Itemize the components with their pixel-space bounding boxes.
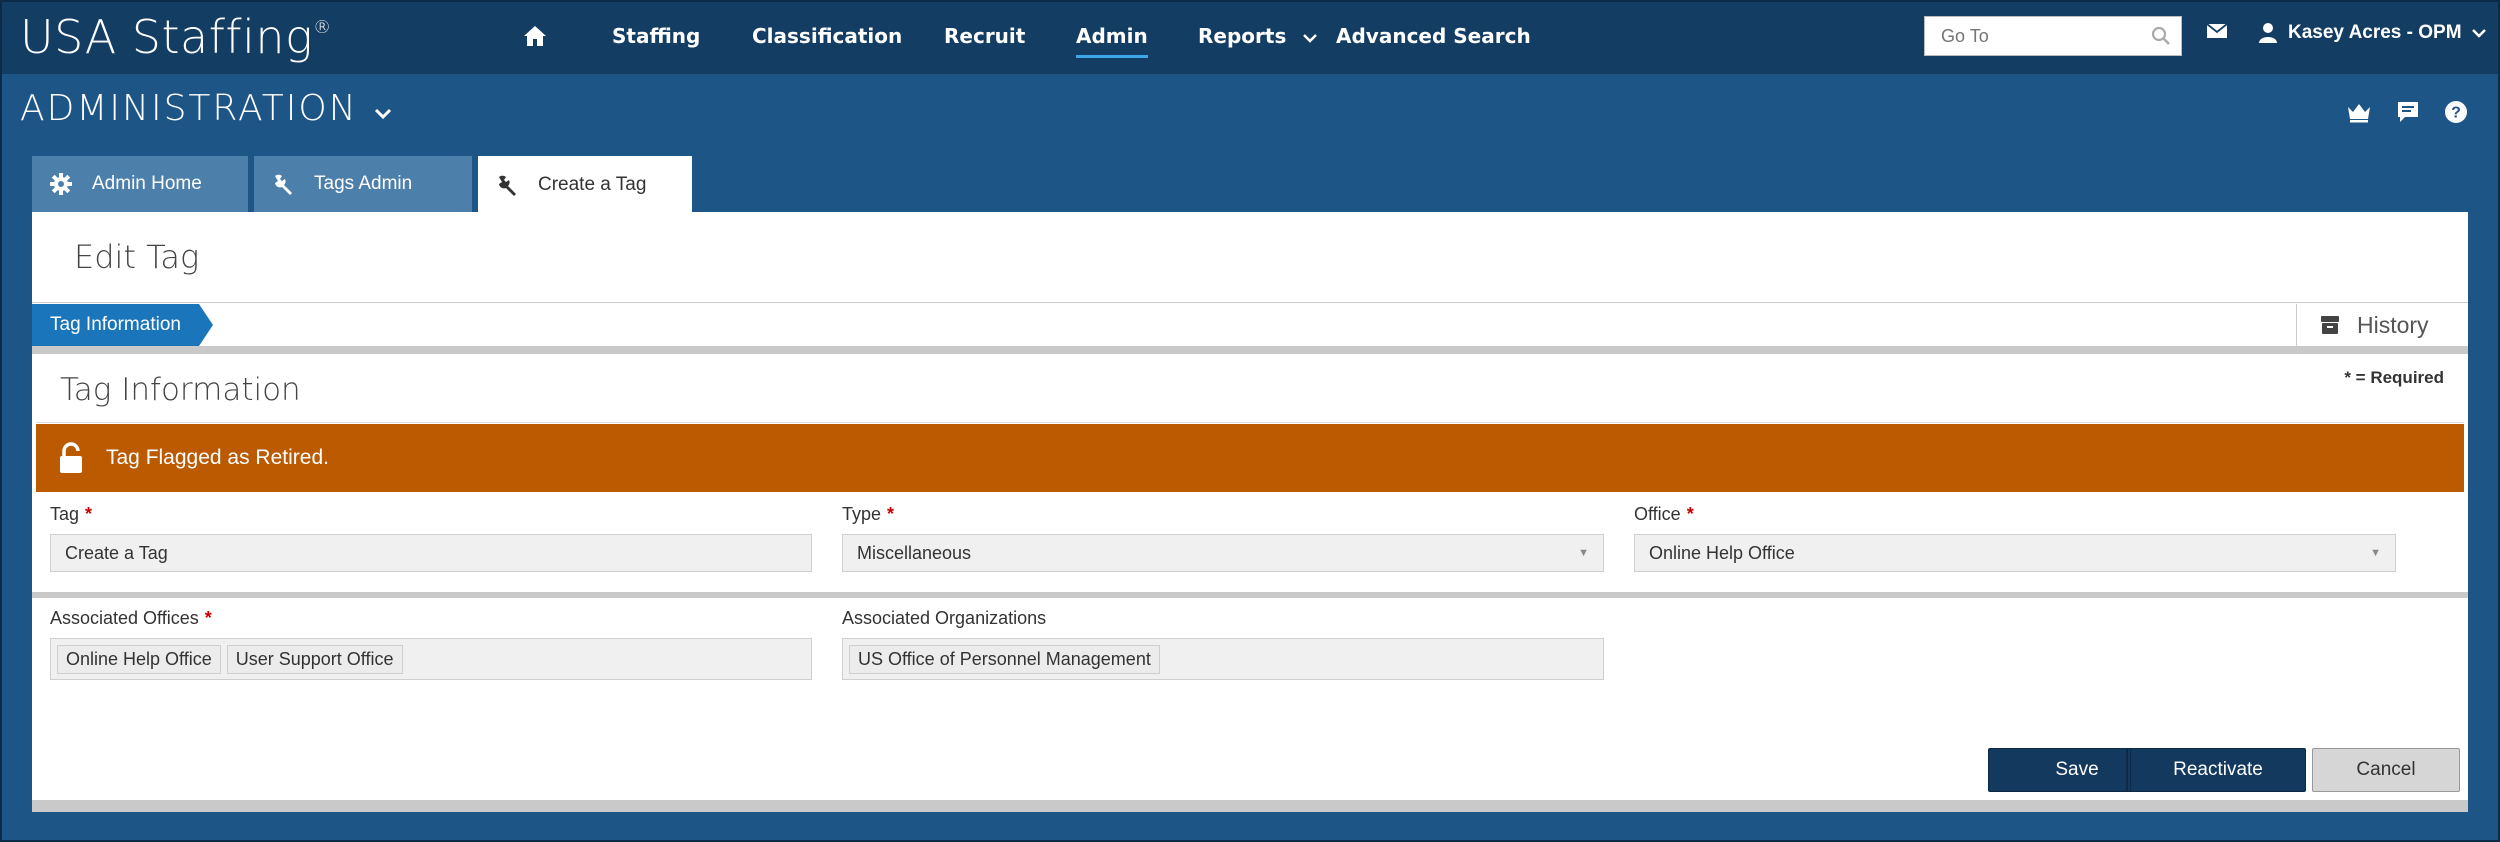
office-chip[interactable]: User Support Office [226, 644, 403, 674]
gear-icon [50, 173, 72, 195]
type-select[interactable]: Miscellaneous ▼ [842, 534, 1604, 572]
crown-icon[interactable] [2346, 100, 2372, 124]
dropdown-caret-icon: ▼ [1578, 547, 1589, 559]
mail-icon[interactable] [2206, 22, 2228, 40]
main-panel: Edit Tag Tag Information History Tag Inf… [32, 212, 2468, 812]
nav-reports-label: Reports [1198, 24, 1287, 48]
user-menu[interactable]: Kasey Acres - OPM [2258, 22, 2486, 44]
goto-search-box[interactable] [1924, 16, 2182, 56]
page-title: Edit Tag [74, 238, 200, 276]
chevron-down-icon [374, 108, 391, 120]
user-name: Kasey Acres - OPM [2288, 22, 2462, 43]
goto-input[interactable] [1939, 17, 2143, 55]
section-title: Tag Information [60, 372, 301, 408]
chevron-down-icon [2471, 29, 2486, 38]
office-chip[interactable]: Online Help Office [57, 644, 221, 674]
step-tag-information[interactable]: Tag Information [32, 304, 213, 346]
spacer [2126, 748, 2128, 792]
reactivate-button[interactable]: Reactivate [2130, 748, 2306, 792]
tab-tags-admin[interactable]: Tags Admin [254, 156, 472, 212]
office-select[interactable]: Online Help Office ▼ [1634, 534, 2396, 572]
divider [32, 346, 2468, 354]
tag-label: Tag * [50, 504, 93, 524]
nav-advanced-search[interactable]: Advanced Search [1336, 24, 1531, 48]
svg-text:?: ? [2451, 105, 2461, 122]
alert-message: Tag Flagged as Retired. [106, 446, 329, 469]
cancel-button[interactable]: Cancel [2312, 748, 2460, 792]
help-icon[interactable]: ? [2444, 100, 2468, 124]
tab-admin-home-label: Admin Home [92, 173, 202, 194]
divider [32, 592, 2468, 598]
wrench-icon [272, 173, 294, 195]
divider [36, 422, 2464, 423]
nav-reports[interactable]: Reports [1198, 24, 1318, 48]
office-label: Office * [1634, 504, 1694, 524]
history-label: History [2357, 311, 2429, 338]
module-title: ADMINISTRATION [20, 88, 358, 129]
associated-offices-field[interactable]: Online Help Office User Support Office [50, 638, 812, 680]
tab-admin-home[interactable]: Admin Home [32, 156, 248, 212]
tab-create-a-tag[interactable]: Create a Tag [478, 156, 692, 214]
history-button[interactable]: History [2296, 304, 2468, 346]
associated-organizations-label: Associated Organizations [842, 608, 1047, 628]
user-icon [2259, 23, 2277, 43]
top-nav: USA Staffing® Staffing Classification Re… [0, 0, 2500, 74]
nav-staffing[interactable]: Staffing [612, 24, 700, 48]
tab-create-a-tag-label: Create a Tag [538, 174, 647, 195]
divider [32, 800, 2468, 812]
lock-icon [58, 442, 84, 474]
type-selected-value: Miscellaneous [857, 542, 972, 563]
feedback-icon[interactable] [2396, 100, 2420, 124]
divider [32, 302, 2468, 303]
home-icon[interactable] [522, 24, 548, 48]
search-icon[interactable] [2151, 26, 2171, 46]
module-title-dropdown[interactable]: ADMINISTRATION [20, 88, 392, 129]
associated-organizations-field[interactable]: US Office of Personnel Management [842, 638, 1604, 680]
office-selected-value: Online Help Office [1649, 542, 1795, 563]
organization-chip[interactable]: US Office of Personnel Management [849, 644, 1160, 674]
required-note: * = Required [2344, 368, 2444, 387]
chevron-down-icon [1303, 34, 1318, 43]
retired-alert: Tag Flagged as Retired. [36, 424, 2464, 492]
nav-recruit[interactable]: Recruit [944, 24, 1025, 48]
tag-information-section: Tag Information * = Required Tag Flagged… [36, 358, 2464, 736]
wrench-icon [496, 174, 518, 196]
dropdown-caret-icon: ▼ [2370, 547, 2381, 559]
nav-classification[interactable]: Classification [752, 24, 902, 48]
tag-input[interactable] [65, 542, 811, 564]
usa-staffing-logo[interactable]: USA Staffing® [20, 10, 332, 64]
type-label: Type * [842, 504, 895, 524]
tab-tags-admin-label: Tags Admin [314, 173, 413, 194]
archive-icon [2321, 316, 2339, 334]
tag-field[interactable] [50, 534, 812, 572]
associated-offices-label: Associated Offices * [50, 608, 212, 628]
nav-admin[interactable]: Admin [1076, 24, 1148, 58]
